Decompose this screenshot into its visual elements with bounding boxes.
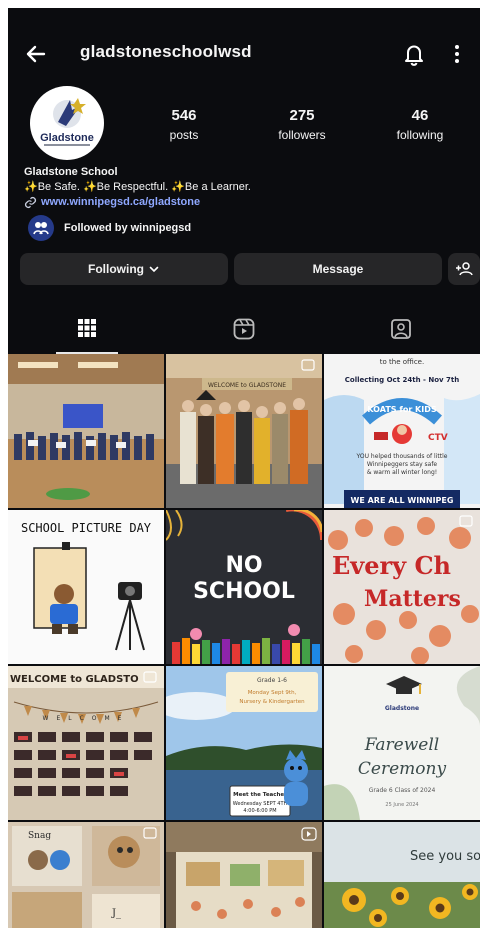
avatar[interactable]: Gladstone [30, 86, 104, 160]
followed-by-row[interactable]: Followed by winnipegsd [28, 215, 191, 241]
instagram-profile-screen: gladstoneschoolwsd Gladstone 546 posts 2… [8, 8, 480, 928]
following-button[interactable]: Following [20, 253, 228, 285]
bio-link-text: www.winnipegsd.ca/gladstone [41, 196, 201, 208]
meet-teacher-time: 4:00-6:00 PM [243, 808, 276, 814]
followers-stat[interactable]: 275 followers [262, 107, 342, 142]
avatar-text: Gladstone [40, 132, 94, 144]
post-thumbnail[interactable]: Grade 1-6 Monday Sept 9th, Nursery & Kin… [166, 666, 322, 820]
back-arrow-icon[interactable] [22, 40, 50, 68]
gym-group-photo [8, 354, 164, 508]
farewell-ceremony-poster: Gladstone Farewell Ceremony Grade 6 Clas… [324, 666, 480, 820]
following-stat[interactable]: 46 following [380, 107, 460, 142]
welcome-pennants-text: WELCOME [43, 715, 130, 722]
follower-avatar [28, 215, 54, 241]
bio-text: ✨Be Safe. ✨Be Respectful. ✨Be a Learner. [24, 181, 251, 193]
posts-label: posts [169, 128, 199, 142]
more-icon[interactable] [448, 40, 466, 68]
grade-text: Grade 1-6 [257, 677, 287, 684]
tab-reels[interactable] [165, 318, 322, 354]
no-text: NO [225, 553, 262, 578]
picture-day-poster: SCHOOL PICTURE DAY [8, 510, 164, 664]
classroom-table-photo [166, 822, 322, 928]
school-logo-icon [44, 98, 90, 146]
following-button-label: Following [88, 262, 144, 276]
date-text: Monday Sept 9th, [248, 690, 297, 696]
crafts-photo: Snag J_ [8, 822, 164, 928]
nursery-text: Nursery & Kindergarten [239, 699, 305, 705]
poster-line-6: & warm all winter long! [367, 469, 437, 476]
every-child-text: Every Ch [332, 551, 451, 580]
poster-line-7: WE ARE ALL WINNIPEG [351, 496, 454, 505]
message-button-label: Message [312, 262, 364, 276]
message-button[interactable]: Message [234, 253, 442, 285]
profile-username: gladstoneschoolwsd [80, 42, 252, 61]
matters-text: Matters [364, 586, 461, 612]
followers-count: 275 [289, 107, 315, 124]
profile-bio: Gladstone School ✨Be Safe. ✨Be Respectfu… [24, 165, 251, 210]
farewell-text: Farewell [364, 735, 439, 755]
post-thumbnail[interactable]: NO SCHOOL [166, 510, 322, 664]
post-thumbnail[interactable]: Snag J_ [8, 822, 164, 928]
picture-day-title: SCHOOL PICTURE DAY [21, 521, 152, 535]
profile-name: Gladstone School [24, 166, 118, 178]
school-text: SCHOOL [193, 579, 295, 604]
posts-grid: WELCOME to GLADSTONE to the office. Coll… [8, 354, 480, 928]
top-bar: gladstoneschoolwsd [8, 34, 480, 74]
school-name-text: Gladstone [385, 705, 419, 712]
post-thumbnail[interactable]: WELCOME to GLADSTONE [166, 354, 322, 508]
post-thumbnail[interactable]: SCHOOL PICTURE DAY [8, 510, 164, 664]
ceremony-date-text: 25 June 2024 [385, 802, 418, 808]
chevron-down-icon [149, 266, 159, 273]
post-thumbnail[interactable] [166, 822, 322, 928]
koats-logo-text: KOATS for KIDS [367, 405, 437, 414]
bio-link[interactable]: www.winnipegsd.ca/gladstone [24, 195, 251, 210]
see-you-soon-photo: See you soon! [324, 822, 480, 928]
class-text: Grade 6 Class of 2024 [369, 787, 436, 794]
meet-teacher-date: Wednesday SEPT 4TH [233, 801, 288, 807]
poster-line-2: Collecting Oct 24th - Nov 7th [345, 376, 459, 384]
poster-line-1: to the office. [380, 358, 424, 366]
svg-text:CTV: CTV [428, 433, 448, 443]
welcome-header-text: WELCOME to GLADSTO [10, 674, 139, 685]
link-icon [24, 196, 37, 209]
post-thumbnail[interactable] [8, 354, 164, 508]
reels-icon [233, 318, 254, 340]
bell-icon[interactable] [400, 40, 428, 68]
craft-name-text: J_ [111, 908, 121, 919]
add-user-button[interactable] [448, 253, 480, 285]
profile-tabs [8, 318, 480, 354]
craft-label-text: Snag [28, 831, 51, 841]
add-user-icon [456, 262, 473, 276]
poster-line-4: YOU helped thousands of little [356, 453, 448, 460]
post-thumbnail[interactable]: Gladstone Farewell Ceremony Grade 6 Clas… [324, 666, 480, 820]
following-count: 46 [411, 107, 429, 124]
every-child-matters-banner: Every Ch Matters [324, 510, 480, 664]
ceremony-text: Ceremony [358, 759, 447, 779]
meet-teacher-text: Meet the Teacher [233, 792, 287, 798]
following-label: following [396, 128, 444, 142]
followed-by-text: Followed by winnipegsd [64, 222, 192, 234]
tagged-icon [390, 319, 411, 339]
meet-the-teacher-poster: Grade 1-6 Monday Sept 9th, Nursery & Kin… [166, 666, 322, 820]
post-thumbnail[interactable]: Every Ch Matters [324, 510, 480, 664]
see-you-soon-text: See you soon! [410, 849, 480, 864]
tab-posts[interactable] [8, 318, 165, 354]
costume-group-photo: WELCOME to GLADSTONE [166, 354, 322, 508]
poster-line-5: Winnipeggers stay safe [367, 461, 438, 468]
welcome-banner-text: WELCOME to GLADSTONE [208, 382, 286, 389]
tab-tagged[interactable] [322, 318, 479, 354]
koats-for-kids-poster: to the office. Collecting Oct 24th - Nov… [324, 354, 480, 508]
posts-count: 546 [171, 107, 197, 124]
post-thumbnail[interactable]: WELCOME to GLADSTO WELCOME [8, 666, 164, 820]
grid-icon [77, 319, 96, 337]
posts-stat[interactable]: 546 posts [144, 107, 224, 142]
post-thumbnail[interactable]: to the office. Collecting Oct 24th - Nov… [324, 354, 480, 508]
people-icon [33, 222, 49, 235]
post-thumbnail[interactable]: See you soon! [324, 822, 480, 928]
followers-label: followers [278, 128, 326, 142]
no-school-poster: NO SCHOOL [166, 510, 322, 664]
welcome-board-photo: WELCOME to GLADSTO WELCOME [8, 666, 164, 820]
